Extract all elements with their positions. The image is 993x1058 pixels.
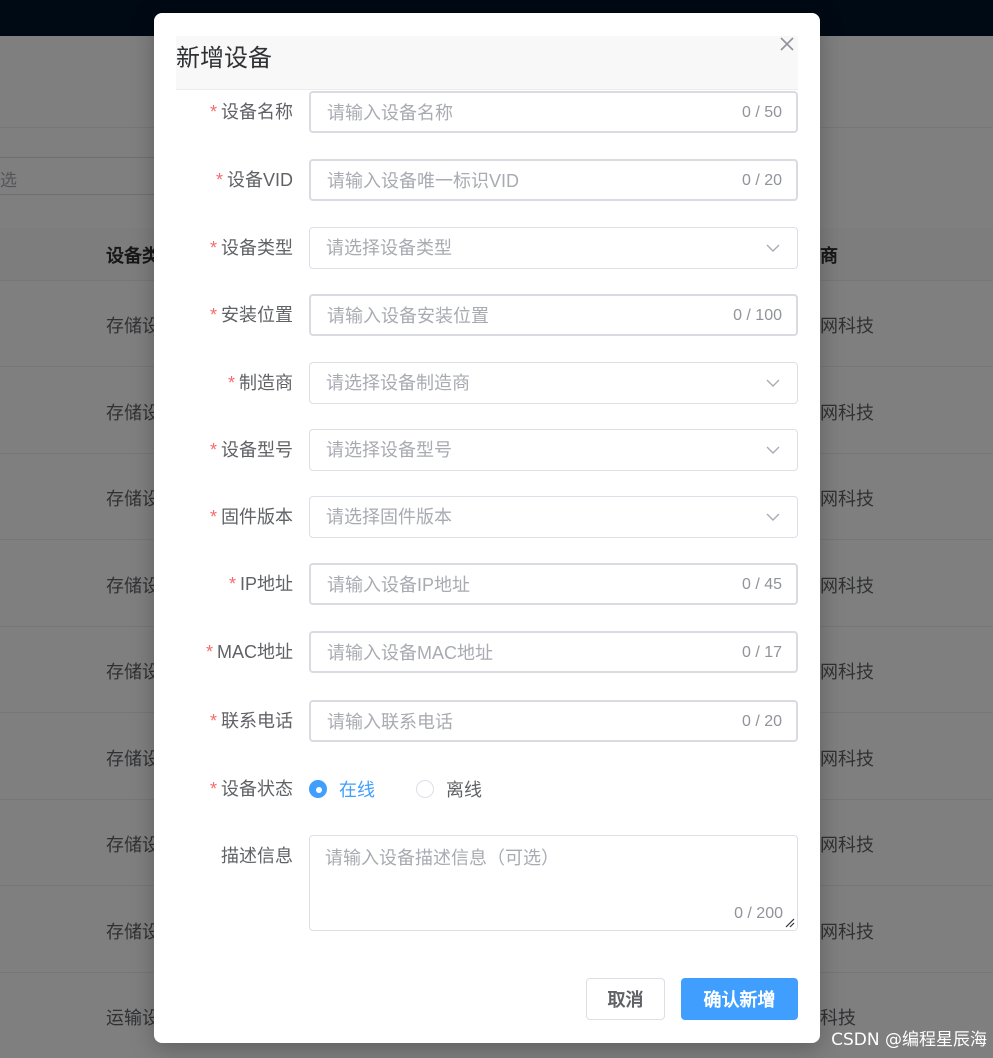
mac-address-label: * MAC地址 [206, 631, 293, 673]
mac-address-input[interactable]: 请输入设备MAC地址 0 / 17 [309, 631, 798, 673]
placeholder-text: 请输入设备描述信息（可选） [325, 848, 559, 868]
required-mark: * [209, 507, 217, 527]
char-count: 0 / 17 [741, 644, 782, 661]
char-count: 0 / 50 [741, 104, 782, 121]
contact-phone-input[interactable]: 请输入联系电话 0 / 20 [309, 700, 798, 742]
device-name-input[interactable]: 请输入设备名称 0 / 50 [309, 91, 798, 133]
placeholder-text: 请选择设备型号 [326, 440, 452, 460]
device-vid-input[interactable]: 请输入设备唯一标识VID 0 / 20 [309, 159, 798, 201]
device-type-select[interactable]: 请选择设备类型 [309, 227, 798, 269]
label-text: 设备VID [226, 170, 293, 190]
cancel-button[interactable]: 取消 [586, 978, 665, 1020]
chevron-down-icon [766, 244, 780, 252]
chevron-down-icon [766, 513, 780, 521]
char-count: 0 / 20 [741, 172, 782, 189]
required-mark: * [209, 779, 217, 799]
dialog-title: 新增设备 [176, 45, 272, 72]
char-count: 0 / 20 [741, 713, 782, 730]
label-text: 设备型号 [221, 440, 293, 460]
ip-address-input[interactable]: 请输入设备IP地址 0 / 45 [309, 563, 798, 605]
required-mark: * [209, 440, 217, 460]
close-icon[interactable] [776, 33, 798, 55]
required-mark: * [209, 711, 217, 731]
label-text: IP地址 [239, 574, 293, 594]
install-location-label: * 安装位置 [210, 294, 293, 336]
required-mark: * [215, 170, 223, 190]
label-text: 联系电话 [221, 711, 293, 731]
dialog-header: 新增设备 [176, 36, 798, 90]
description-label: 描述信息 [221, 835, 293, 877]
device-model-label: * 设备型号 [210, 429, 293, 471]
label-text: 设备类型 [221, 238, 293, 258]
label-text: 描述信息 [221, 846, 293, 866]
radio-checked-icon [309, 780, 327, 798]
placeholder-text: 请输入设备IP地址 [327, 575, 471, 595]
required-mark: * [209, 102, 217, 122]
required-mark: * [209, 238, 217, 258]
chevron-down-icon [766, 379, 780, 387]
chevron-down-icon [766, 446, 780, 454]
placeholder-text: 请输入设备名称 [327, 103, 453, 123]
placeholder-text: 请输入设备MAC地址 [327, 643, 493, 663]
label-text: 安装位置 [221, 305, 293, 325]
label-text: MAC地址 [217, 642, 293, 662]
confirm-add-button[interactable]: 确认新增 [681, 978, 798, 1020]
char-count: 0 / 45 [741, 576, 782, 593]
label-text: 设备名称 [221, 102, 293, 122]
char-count: 0 / 100 [733, 307, 782, 324]
device-type-label: * 设备类型 [210, 227, 293, 269]
device-model-select[interactable]: 请选择设备型号 [309, 429, 798, 471]
label-text: 设备状态 [221, 779, 293, 799]
device-name-label: * 设备名称 [210, 91, 293, 133]
required-mark: * [228, 574, 236, 594]
ip-address-label: * IP地址 [229, 563, 293, 605]
watermark: CSDN @编程星辰海 [831, 1030, 987, 1050]
radio-label: 离线 [446, 780, 482, 800]
manufacturer-select[interactable]: 请选择设备制造商 [309, 362, 798, 404]
firmware-version-label: * 固件版本 [210, 496, 293, 538]
device-vid-label: * 设备VID [216, 159, 293, 201]
placeholder-text: 请输入设备安装位置 [327, 306, 489, 326]
firmware-version-select[interactable]: 请选择固件版本 [309, 496, 798, 538]
add-device-dialog: 新增设备 * 设备名称 请输入设备名称 0 / 50 * 设备VID 请输入设备唯一… [154, 13, 820, 1043]
manufacturer-label: * 制造商 [228, 362, 293, 404]
install-location-input[interactable]: 请输入设备安装位置 0 / 100 [309, 294, 798, 336]
device-status-label: * 设备状态 [210, 768, 293, 810]
radio-unchecked-icon [416, 780, 434, 798]
resize-handle-icon[interactable] [783, 916, 795, 928]
status-radio-offline[interactable]: 离线 [416, 768, 482, 810]
required-mark: * [227, 373, 235, 393]
description-textarea[interactable]: 请输入设备描述信息（可选） 0 / 200 [309, 835, 798, 931]
radio-label: 在线 [339, 780, 375, 800]
required-mark: * [209, 305, 217, 325]
contact-phone-label: * 联系电话 [210, 700, 293, 742]
char-count: 0 / 200 [734, 905, 783, 922]
placeholder-text: 请选择固件版本 [326, 507, 452, 527]
placeholder-text: 请选择设备类型 [326, 238, 452, 258]
placeholder-text: 请输入设备唯一标识VID [327, 171, 520, 191]
placeholder-text: 请输入联系电话 [327, 712, 453, 732]
label-text: 固件版本 [221, 507, 293, 527]
status-radio-online[interactable]: 在线 [309, 768, 375, 810]
label-text: 制造商 [239, 373, 293, 393]
placeholder-text: 请选择设备制造商 [326, 373, 470, 393]
required-mark: * [205, 642, 213, 662]
